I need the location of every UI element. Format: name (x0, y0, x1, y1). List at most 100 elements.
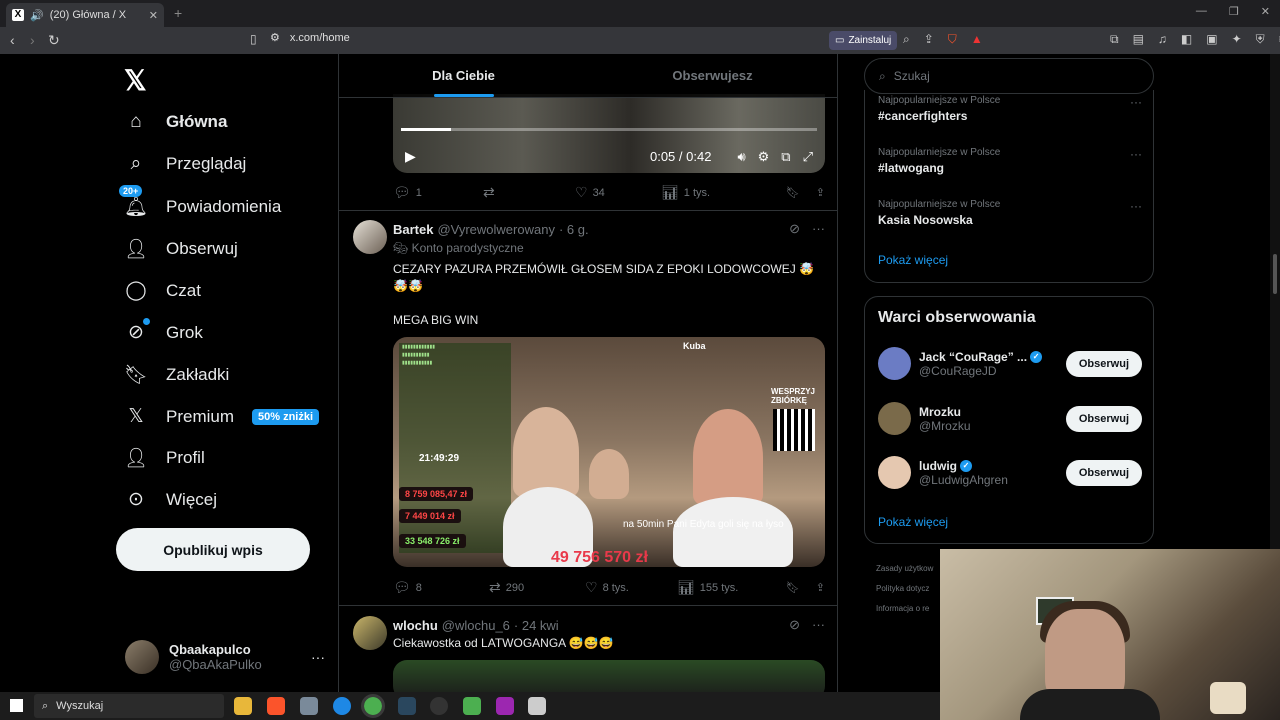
fullscreen-icon[interactable]: ⤢ (803, 149, 813, 165)
nav-notifications[interactable]: 🔔︎ 20+ Powiadomienia (119, 185, 281, 219)
obs-icon[interactable] (430, 697, 448, 715)
show-more-link[interactable]: Pokaż więcej (878, 515, 948, 529)
author-handle[interactable]: @Vyrewolwerowany (437, 222, 554, 237)
avatar[interactable] (353, 220, 387, 254)
more-dots-icon[interactable]: ··· (812, 221, 825, 237)
reply-button[interactable]: 💬︎ 1 (393, 184, 483, 201)
video-progress-bar[interactable] (401, 128, 817, 131)
show-more-link[interactable]: Pokaż więcej (878, 253, 948, 267)
more-dots-icon[interactable]: ··· (812, 617, 825, 633)
brave-icon[interactable] (267, 697, 285, 715)
nav-home[interactable]: ⌂ Główna (124, 111, 227, 133)
nav-explore[interactable]: ⌕ Przeglądaj (124, 153, 247, 175)
suggested-account[interactable]: Mrozku @Mrozku Obserwuj (878, 402, 1142, 435)
nav-follow[interactable]: 👤︎ Obserwuj (124, 237, 238, 261)
author-name[interactable]: Bartek (393, 222, 433, 237)
tweet-time[interactable]: · 24 kwi (514, 618, 559, 633)
nav-profile[interactable]: 👤︎ Profil (124, 446, 205, 470)
volume-icon[interactable]: 🔊︎ (737, 149, 745, 165)
steam-icon[interactable] (398, 697, 416, 715)
forward-icon[interactable]: › (30, 32, 35, 48)
music-icon[interactable]: ♫ (1158, 32, 1167, 47)
trend-item[interactable]: Najpopularniejsze w Polsce #latwogang ··… (878, 147, 1142, 175)
x-logo-icon[interactable]: 𝕏 (124, 64, 147, 97)
bookmark-page-icon[interactable]: ▯ (250, 32, 257, 46)
tab-following[interactable]: Obserwujesz (588, 54, 837, 97)
pip-icon[interactable]: ⧉ (781, 149, 790, 165)
avatar[interactable] (353, 616, 387, 650)
tab-for-you[interactable]: Dla Ciebie (339, 54, 588, 97)
more-dots-icon[interactable]: ··· (1130, 147, 1142, 161)
search-input[interactable]: ⌕ Szukaj (864, 58, 1154, 94)
windows-start-icon[interactable] (10, 699, 23, 712)
close-tab-icon[interactable]: ✕ (149, 9, 158, 22)
follow-button[interactable]: Obserwuj (1065, 405, 1142, 432)
more-dots-icon[interactable]: ··· (1130, 95, 1142, 109)
bookmark-icon[interactable]: 🔖︎ (786, 186, 800, 199)
footer-link[interactable]: Polityka dotycz (876, 584, 929, 593)
footer-link[interactable]: Zasady użytkow (876, 564, 933, 573)
trend-item[interactable]: Najpopularniejsze w Polsce #cancerfighte… (878, 95, 1142, 123)
author-name[interactable]: wlochu (393, 618, 438, 633)
taskbar-search[interactable]: ⌕ Wyszukaj (34, 694, 224, 718)
tweet-media-video[interactable]: ▮▮▮▮▮▮▮▮▮▮▮▮ ▮▮▮▮▮▮▮▮▮▮ ▮▮▮▮▮▮▮▮▮▮▮ Kuba… (393, 337, 825, 567)
more-dots-icon[interactable]: ··· (1130, 199, 1142, 213)
video-player[interactable]: ▶ 0:05 / 0:42 🔊︎ ⚙ ⧉ ⤢ (393, 94, 825, 173)
new-tab-icon[interactable]: + (174, 5, 182, 21)
chrome-icon[interactable] (361, 694, 385, 718)
browser-tab[interactable]: X 🔊 (20) Główna / X ✕ (6, 3, 164, 27)
app-icon[interactable] (528, 697, 546, 715)
nav-bookmarks[interactable]: 🔖︎ Zakładki (124, 363, 229, 387)
minimize-icon[interactable]: — (1196, 5, 1207, 18)
follow-button[interactable]: Obserwuj (1065, 459, 1142, 486)
install-button[interactable]: ▭ Zainstaluj (829, 31, 898, 50)
share-icon[interactable]: ⇪ (924, 32, 934, 47)
bookmark-icon[interactable]: 🔖︎ (786, 581, 800, 594)
back-icon[interactable]: ‹ (10, 32, 15, 48)
site-info-icon[interactable]: ⚙ (270, 31, 280, 44)
like-button[interactable]: ♡ 34 (575, 184, 661, 201)
account-switcher[interactable]: Qbaakapulco @QbaAkaPulko ··· (125, 639, 325, 675)
reply-button[interactable]: 💬︎ 8 (393, 579, 489, 596)
maximize-icon[interactable]: ❐ (1229, 5, 1239, 18)
vpn-icon[interactable]: ⛨ (1256, 32, 1265, 47)
grok-icon[interactable]: ⊘ (789, 221, 800, 237)
retweet-button[interactable]: ⇄ (483, 184, 575, 201)
rewards-icon[interactable]: ▲ (971, 32, 983, 47)
trend-item[interactable]: Najpopularniejsze w Polsce Kasia Nosowsk… (878, 199, 1142, 227)
nav-premium[interactable]: 𝕏 Premium 50% zniżki (124, 405, 320, 428)
brave-shield-icon[interactable]: ⛉ (948, 32, 957, 47)
edge-icon[interactable] (333, 697, 351, 715)
nav-grok[interactable]: ⊘ Grok (124, 318, 203, 344)
follow-button[interactable]: Obserwuj (1065, 350, 1142, 377)
settings-icon[interactable]: ⚙ (758, 149, 770, 165)
author-handle[interactable]: @wlochu_6 (442, 618, 510, 633)
retweet-button[interactable]: ⇄ 290 (489, 579, 585, 596)
more-dots-icon[interactable]: ··· (311, 649, 325, 665)
nav-chat[interactable]: ◯ Czat (124, 279, 201, 302)
footer-link[interactable]: Informacja o re (876, 604, 929, 613)
grok-icon[interactable]: ⊘ (789, 617, 800, 633)
app-icon[interactable] (300, 697, 318, 715)
reader-icon[interactable]: ▤ (1133, 32, 1144, 47)
wallet-icon[interactable]: ▣ (1206, 32, 1217, 47)
nav-more[interactable]: ⊙ Więcej (124, 488, 217, 511)
suggested-account[interactable]: Jack “CouRage” ... ✓ @CouRageJD Obserwuj (878, 347, 1142, 380)
app-icon[interactable] (463, 697, 481, 715)
close-window-icon[interactable]: ✕ (1261, 5, 1270, 18)
reload-icon[interactable]: ↻ (48, 32, 60, 49)
sidebar-icon[interactable]: ◧ (1181, 32, 1192, 47)
extensions-icon[interactable]: ⧉ (1110, 32, 1119, 47)
tweet-media-video[interactable] (393, 660, 825, 692)
suggested-account[interactable]: ludwig ✓ @LudwigAhgren Obserwuj (878, 456, 1142, 489)
views-button[interactable]: 📊︎ 1 tys. (661, 184, 769, 201)
share-icon[interactable]: ⇪ (816, 581, 825, 594)
zoom-icon[interactable]: ⌕ (903, 32, 910, 47)
share-icon[interactable]: ⇪ (816, 186, 825, 199)
post-button[interactable]: Opublikuj wpis (116, 528, 310, 571)
app-icon[interactable] (496, 697, 514, 715)
play-icon[interactable]: ▶ (405, 148, 416, 165)
address-bar[interactable]: ⚙ x.com/home (270, 31, 350, 45)
tweet-time[interactable]: · 6 g. (559, 222, 589, 237)
file-explorer-icon[interactable] (234, 697, 252, 715)
